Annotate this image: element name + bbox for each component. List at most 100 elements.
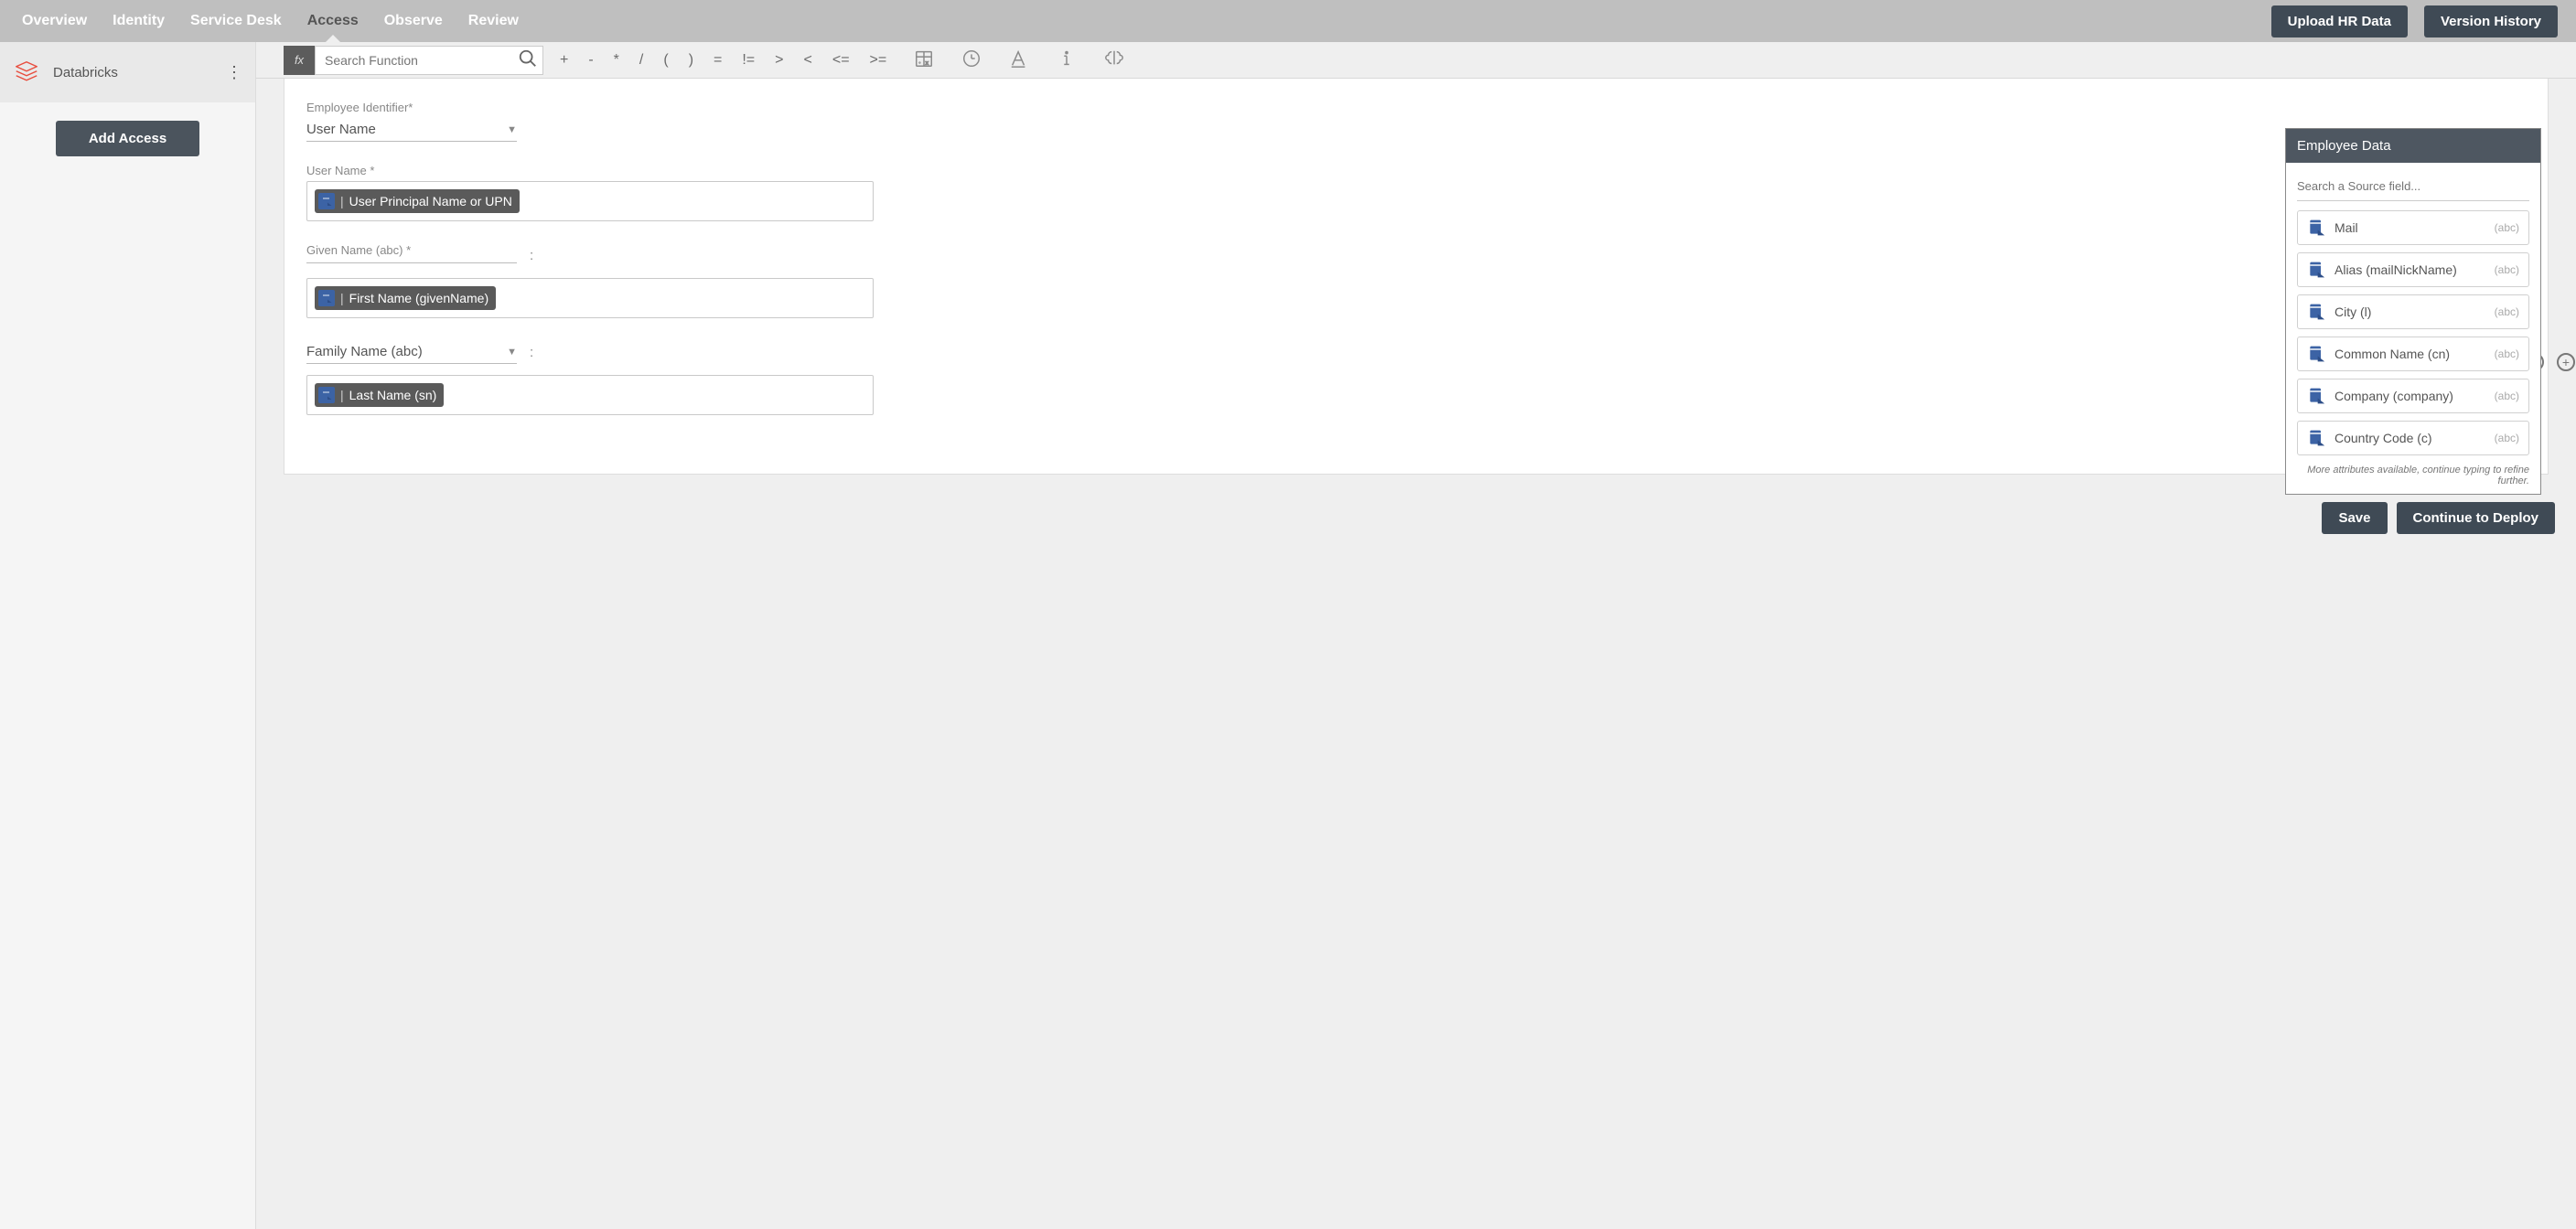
formula-bar: fx + - * / ( ) = != > < <= >= (256, 42, 2576, 79)
continue-to-deploy-button[interactable]: Continue to Deploy (2397, 502, 2556, 534)
function-search-input[interactable] (316, 47, 513, 74)
op-eq[interactable]: = (714, 52, 722, 69)
palette-item[interactable]: Mail (abc) (2297, 210, 2529, 245)
search-icon[interactable] (513, 48, 542, 71)
chip-label: User Principal Name or UPN (349, 194, 512, 208)
user-name-group: User Name * | User Principal Name or UPN (306, 164, 2526, 221)
family-name-group: Family Name (abc) ▼ : | Last Name (sn) −… (306, 340, 2526, 415)
employee-identifier-label: Employee Identifier* (306, 101, 2526, 114)
employee-identifier-select[interactable]: User Name ▼ (306, 118, 517, 142)
source-field-icon (2307, 429, 2325, 447)
source-field-icon (2307, 303, 2325, 321)
user-name-label: User Name * (306, 164, 2526, 177)
operator-buttons: + - * / ( ) = != > < <= >= (543, 52, 903, 69)
add-access-button[interactable]: Add Access (56, 121, 199, 156)
tab-identity[interactable]: Identity (113, 13, 165, 29)
op-neq[interactable]: != (742, 52, 755, 69)
palette-item-name: Country Code (c) (2334, 431, 2432, 445)
text-tool-icon[interactable] (1009, 48, 1029, 71)
op-rparen[interactable]: ) (689, 52, 693, 69)
palette-item-name: Company (company) (2334, 389, 2453, 403)
chevron-down-icon: ▼ (507, 124, 517, 135)
info-tool-icon[interactable] (1057, 48, 1077, 71)
family-name-select[interactable]: Family Name (abc) ▼ (306, 340, 517, 364)
tab-observe[interactable]: Observe (384, 13, 443, 29)
clock-tool-icon[interactable] (961, 48, 982, 71)
palette-item-type: (abc) (2495, 221, 2519, 234)
source-field-icon (318, 387, 335, 403)
chip-label: Last Name (sn) (349, 388, 437, 402)
op-div[interactable]: / (639, 52, 643, 69)
family-name-label: Family Name (abc) (306, 344, 423, 359)
main-content: fx + - * / ( ) = != > < <= >= (256, 42, 2576, 1229)
palette-item[interactable]: City (l) (abc) (2297, 294, 2529, 329)
palette-item[interactable]: Country Code (c) (abc) (2297, 421, 2529, 455)
app-row-databricks[interactable]: Databricks ⋮ (0, 42, 255, 102)
save-button[interactable]: Save (2322, 502, 2387, 534)
upload-hr-data-button[interactable]: Upload HR Data (2271, 5, 2408, 37)
palette-item[interactable]: Alias (mailNickName) (abc) (2297, 252, 2529, 287)
palette-title: Employee Data (2286, 129, 2540, 163)
chevron-down-icon: ▼ (507, 347, 517, 358)
op-lparen[interactable]: ( (663, 52, 668, 69)
date-tool-icon[interactable]: x (914, 48, 934, 71)
given-name-group: Given Name (abc) * : | First Name (given… (306, 243, 2526, 318)
palette-item[interactable]: Common Name (cn) (abc) (2297, 337, 2529, 371)
op-plus[interactable]: + (560, 52, 568, 69)
op-minus[interactable]: - (588, 52, 593, 69)
palette-search-input[interactable] (2297, 174, 2529, 200)
nav-tabs: Overview Identity Service Desk Access Ob… (22, 13, 519, 29)
given-name-chip[interactable]: | First Name (givenName) (315, 286, 496, 310)
databricks-icon (13, 59, 40, 86)
family-name-colon: : (530, 345, 533, 360)
palette-item-type: (abc) (2495, 305, 2519, 318)
app-name-label: Databricks (53, 65, 118, 80)
function-search[interactable] (315, 46, 543, 75)
employee-identifier-group: Employee Identifier* User Name ▼ (306, 101, 2526, 142)
mapping-card: Employee Identifier* User Name ▼ User Na… (284, 79, 2549, 475)
employee-identifier-value: User Name (306, 122, 376, 137)
brain-tool-icon[interactable] (1104, 48, 1124, 71)
family-name-mapping-input[interactable]: | Last Name (sn) (306, 375, 874, 415)
source-field-icon (2307, 387, 2325, 405)
palette-more-msg: More attributes available, continue typi… (2286, 465, 2540, 494)
palette-item-name: Common Name (cn) (2334, 347, 2450, 361)
source-field-icon (2307, 219, 2325, 237)
fx-indicator: fx (284, 46, 315, 75)
version-history-button[interactable]: Version History (2424, 5, 2558, 37)
add-field-button[interactable]: + (2557, 353, 2575, 371)
palette-item-type: (abc) (2495, 432, 2519, 444)
op-lt[interactable]: < (804, 52, 812, 69)
palette-item-name: City (l) (2334, 305, 2371, 319)
user-name-mapping-input[interactable]: | User Principal Name or UPN (306, 181, 874, 221)
family-name-chip[interactable]: | Last Name (sn) (315, 383, 444, 407)
employee-data-palette: Employee Data Mail (abc) Alias (mailNick… (2285, 128, 2541, 495)
op-gt[interactable]: > (775, 52, 783, 69)
chip-label: First Name (givenName) (349, 291, 488, 305)
source-field-icon (318, 193, 335, 209)
user-name-chip[interactable]: | User Principal Name or UPN (315, 189, 520, 213)
source-field-icon (2307, 345, 2325, 363)
source-field-icon (318, 290, 335, 306)
palette-item-type: (abc) (2495, 263, 2519, 276)
palette-item-type: (abc) (2495, 347, 2519, 360)
op-gte[interactable]: >= (870, 52, 887, 69)
tab-review[interactable]: Review (468, 13, 519, 29)
given-name-mapping-input[interactable]: | First Name (givenName) (306, 278, 874, 318)
op-lte[interactable]: <= (832, 52, 850, 69)
op-mult[interactable]: * (614, 52, 619, 69)
source-field-icon (2307, 261, 2325, 279)
palette-item[interactable]: Company (company) (abc) (2297, 379, 2529, 413)
palette-item-name: Mail (2334, 220, 2358, 235)
palette-item-name: Alias (mailNickName) (2334, 262, 2457, 277)
palette-search[interactable] (2297, 174, 2529, 201)
svg-text:x: x (926, 60, 928, 66)
tab-overview[interactable]: Overview (22, 13, 87, 29)
palette-item-type: (abc) (2495, 390, 2519, 402)
app-kebab-menu[interactable]: ⋮ (226, 64, 242, 80)
tab-access[interactable]: Access (307, 13, 359, 29)
sidebar: Databricks ⋮ Add Access (0, 42, 256, 1229)
top-navbar: Overview Identity Service Desk Access Ob… (0, 0, 2576, 42)
tool-icons: x (914, 48, 1124, 71)
tab-service-desk[interactable]: Service Desk (190, 13, 282, 29)
